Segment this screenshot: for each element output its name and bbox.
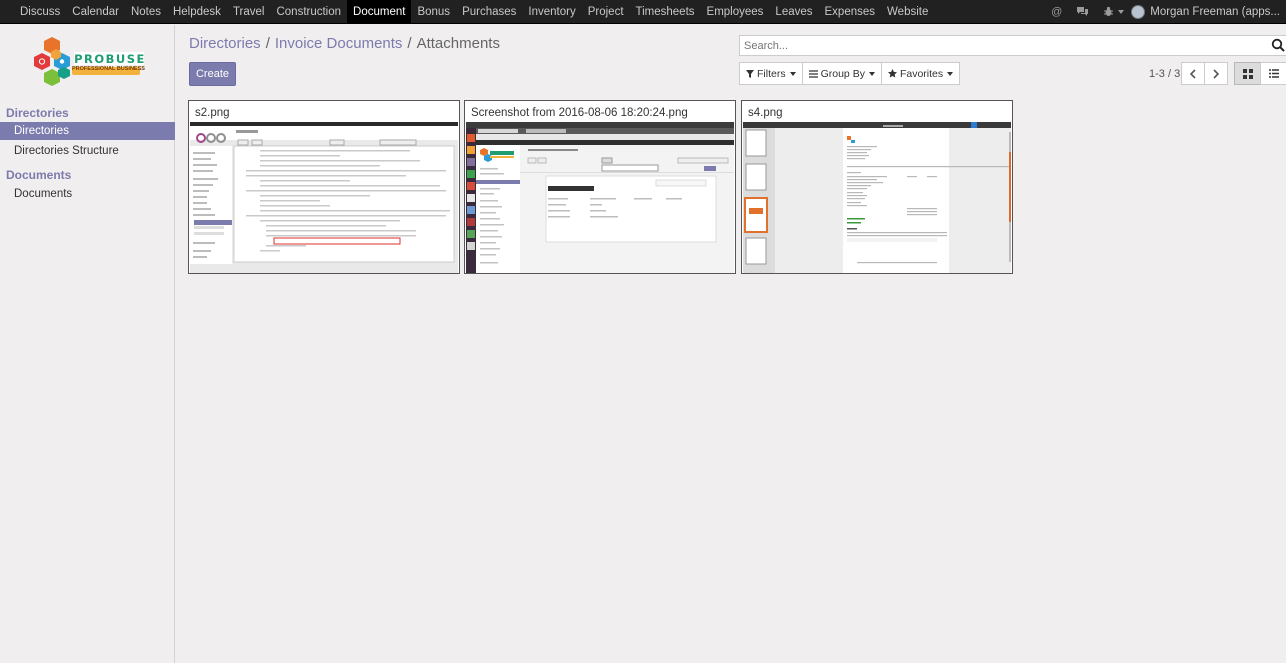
favorites-label: Favorites xyxy=(899,67,944,80)
company-logo[interactable]: PROBUSE PROFESSIONAL BUSINESS xyxy=(34,37,146,93)
filters-button[interactable]: Filters xyxy=(739,62,803,85)
logo-tagline: PROFESSIONAL BUSINESS xyxy=(72,66,145,72)
at-sign-icon[interactable]: @ xyxy=(1051,6,1062,18)
list-icon xyxy=(808,69,818,78)
pager-value[interactable]: 1-3 / 3 xyxy=(1149,63,1180,85)
search-options: Filters Group By Favorites xyxy=(739,62,961,85)
menu-travel[interactable]: Travel xyxy=(227,0,271,23)
kanban-card[interactable]: Screenshot from 2016-08-06 18:20:24.png xyxy=(464,100,736,274)
chevron-down-icon xyxy=(868,71,875,76)
breadcrumb-separator: / xyxy=(407,35,412,52)
bug-icon[interactable] xyxy=(1103,6,1125,17)
chat-icon[interactable] xyxy=(1076,6,1089,17)
chevron-down-icon xyxy=(947,71,954,76)
filters-label: Filters xyxy=(757,67,786,80)
code-editor-screenshot-image xyxy=(190,122,458,273)
sidebar-item-directories-structure[interactable]: Directories Structure xyxy=(0,142,175,160)
pager-previous-button[interactable] xyxy=(1181,62,1205,85)
attachment-thumbnail xyxy=(190,122,458,273)
chevron-left-icon xyxy=(1189,68,1196,79)
sidebar-item-directories[interactable]: Directories xyxy=(0,122,175,140)
menu-calendar[interactable]: Calendar xyxy=(66,0,125,23)
pager-next-button[interactable] xyxy=(1204,62,1228,85)
search-input[interactable] xyxy=(740,36,1260,55)
menu-notes[interactable]: Notes xyxy=(125,0,167,23)
filter-icon xyxy=(746,69,754,78)
menu-document[interactable]: Document xyxy=(347,0,412,23)
sidebar-section-directories: Directories xyxy=(6,106,69,120)
sidebar: PROBUSE PROFESSIONAL BUSINESS Directorie… xyxy=(0,25,175,663)
systray: @ Morgan Freeman (apps... xyxy=(1044,0,1286,23)
attachment-name: s4.png xyxy=(748,107,783,119)
attachment-thumbnail xyxy=(743,122,1011,273)
pdf-invoice-screenshot-image xyxy=(743,122,1011,273)
menu-purchases[interactable]: Purchases xyxy=(456,0,522,23)
user-menu[interactable]: Morgan Freeman (apps... xyxy=(1131,4,1280,19)
menu-project[interactable]: Project xyxy=(582,0,630,23)
create-button[interactable]: Create xyxy=(189,62,236,86)
menu-website[interactable]: Website xyxy=(881,0,934,23)
menu-leaves[interactable]: Leaves xyxy=(769,0,818,23)
menu-bonus[interactable]: Bonus xyxy=(411,0,456,23)
chevron-down-icon xyxy=(789,71,796,76)
breadcrumb-current: Attachments xyxy=(416,35,500,52)
chevron-right-icon xyxy=(1213,68,1220,79)
menu-helpdesk[interactable]: Helpdesk xyxy=(167,0,227,23)
menu-discuss[interactable]: Discuss xyxy=(14,0,66,23)
favorites-button[interactable]: Favorites xyxy=(880,62,961,85)
sidebar-item-documents[interactable]: Documents xyxy=(0,185,175,203)
menu-employees[interactable]: Employees xyxy=(701,0,770,23)
menu-inventory[interactable]: Inventory xyxy=(522,0,581,23)
search-icon[interactable] xyxy=(1271,38,1285,52)
grid-icon xyxy=(1242,68,1253,79)
payment-form-screenshot-image xyxy=(466,122,734,273)
attachment-thumbnail xyxy=(466,122,734,273)
app-menu: Discuss Calendar Notes Helpdesk Travel C… xyxy=(0,0,934,23)
group-by-button[interactable]: Group By xyxy=(801,62,882,85)
breadcrumb-separator: / xyxy=(265,35,270,52)
top-navbar: Discuss Calendar Notes Helpdesk Travel C… xyxy=(0,0,1286,24)
breadcrumb-invoice-documents[interactable]: Invoice Documents xyxy=(275,35,403,52)
user-name: Morgan Freeman (apps... xyxy=(1150,5,1280,18)
breadcrumb-directories[interactable]: Directories xyxy=(189,35,261,52)
menu-construction[interactable]: Construction xyxy=(270,0,347,23)
breadcrumb: Directories / Invoice Documents / Attach… xyxy=(189,35,500,52)
kanban-view-button[interactable] xyxy=(1234,62,1261,85)
avatar xyxy=(1131,4,1146,19)
kanban-card[interactable]: s2.png xyxy=(188,100,460,274)
list-icon xyxy=(1268,69,1279,78)
star-icon xyxy=(887,69,897,78)
chevron-down-icon xyxy=(1118,9,1125,14)
menu-expenses[interactable]: Expenses xyxy=(819,0,882,23)
attachment-name: s2.png xyxy=(195,107,230,119)
group-by-label: Group By xyxy=(820,67,865,80)
search-bar xyxy=(739,35,1286,56)
menu-timesheets[interactable]: Timesheets xyxy=(630,0,701,23)
sidebar-section-documents: Documents xyxy=(6,168,72,182)
logo-name: PROBUSE xyxy=(74,52,146,66)
list-view-button[interactable] xyxy=(1260,62,1286,85)
attachment-name: Screenshot from 2016-08-06 18:20:24.png xyxy=(471,107,688,119)
kanban-card[interactable]: s4.png xyxy=(741,100,1013,274)
